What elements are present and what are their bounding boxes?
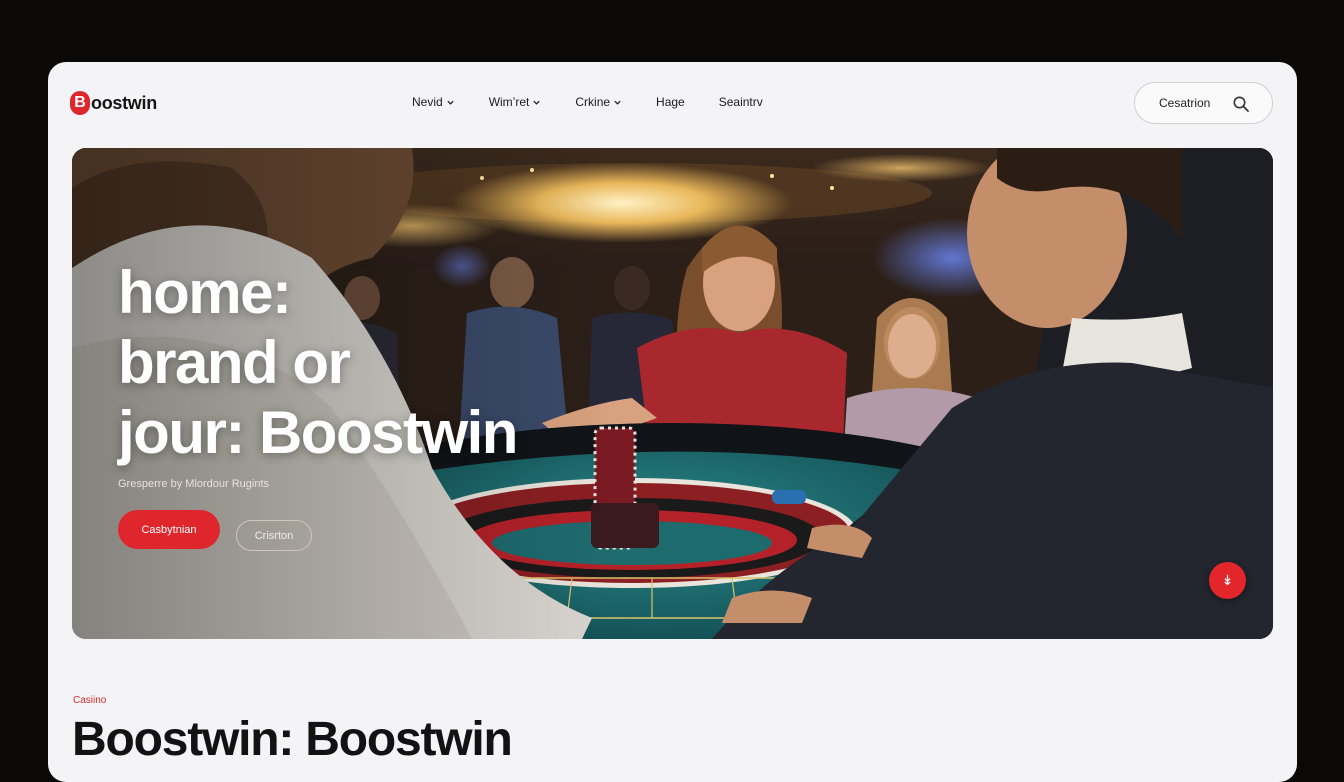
nav-item-label: Wim’ret bbox=[488, 95, 530, 109]
logo-text: oostwin bbox=[91, 92, 157, 113]
chevron-down-icon bbox=[533, 100, 541, 105]
hero-title-line: home: bbox=[118, 259, 292, 326]
page-card: B oostwin Nevid Wim’ret Crkine Hage Seai… bbox=[48, 62, 1297, 782]
primary-cta-button[interactable]: Casbytnian bbox=[118, 510, 220, 549]
search-label: Cesatrion bbox=[1159, 96, 1211, 110]
chevron-down-icon bbox=[614, 100, 621, 105]
main-nav: Nevid Wim’ret Crkine Hage Seaintrv bbox=[412, 95, 797, 109]
logo-mark: B bbox=[70, 91, 90, 115]
search-icon bbox=[1233, 96, 1249, 112]
nav-item-seaintrv[interactable]: Seaintrv bbox=[719, 95, 763, 109]
section-title: Boostwin: Boostwin bbox=[72, 713, 513, 766]
secondary-cta-button[interactable]: Crisrton bbox=[236, 520, 312, 551]
hero-title: home: brand or jour: Boostwin bbox=[118, 258, 588, 468]
search-button[interactable]: Cesatrion bbox=[1134, 82, 1273, 124]
hero-subtitle: Gresperre by Mlordour Rugints bbox=[118, 478, 270, 490]
nav-item-crkine[interactable]: Crkine bbox=[575, 95, 622, 109]
nav-item-wimret[interactable]: Wim’ret bbox=[489, 95, 542, 109]
scroll-down-button[interactable]: ↡ bbox=[1209, 562, 1246, 599]
nav-item-label: Seaintrv bbox=[718, 95, 763, 109]
nav-item-hage[interactable]: Hage bbox=[656, 95, 685, 109]
hero-title-line: brand or bbox=[118, 329, 351, 396]
nav-item-label: Nevid bbox=[412, 95, 443, 109]
hero-title-line: jour: Boostwin bbox=[118, 399, 518, 466]
section-eyebrow: Casiino bbox=[73, 695, 107, 706]
nav-item-nevid[interactable]: Nevid bbox=[412, 95, 455, 109]
nav-item-label: Crkine bbox=[575, 95, 611, 109]
brand-logo[interactable]: B oostwin bbox=[70, 91, 157, 115]
chevrons-down-icon: ↡ bbox=[1221, 572, 1234, 589]
nav-item-label: Hage bbox=[656, 95, 685, 109]
chevron-down-icon bbox=[447, 100, 454, 105]
hero-banner: home: brand or jour: Boostwin Gresperre … bbox=[72, 148, 1273, 639]
